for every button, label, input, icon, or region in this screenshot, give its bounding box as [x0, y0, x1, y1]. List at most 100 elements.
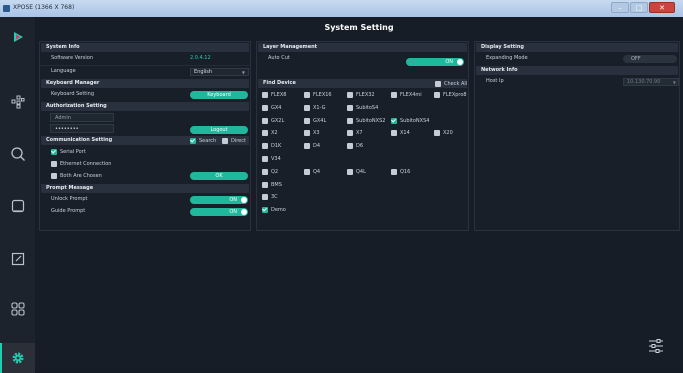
- device-checkbox[interactable]: SubitoNXS4: [391, 117, 429, 125]
- checkbox-unchecked: [304, 168, 310, 175]
- device-label: Demo: [271, 207, 286, 214]
- unlock-prompt-toggle[interactable]: ON: [190, 196, 248, 204]
- host-ip-row: Host Ip 10.130.70.90 ▼: [475, 76, 679, 87]
- language-row: Language English ▼: [40, 66, 250, 77]
- device-label: SubitoNXS2: [356, 117, 386, 124]
- device-label: Q2: [271, 168, 279, 175]
- device-label: FLEX16: [313, 92, 332, 98]
- ethernet-label: Ethernet Connection: [60, 161, 112, 167]
- ok-button[interactable]: OK: [190, 172, 248, 180]
- device-checkbox[interactable]: D4: [304, 142, 320, 150]
- device-checkbox[interactable]: 3C: [262, 193, 278, 201]
- host-ip-field[interactable]: 10.130.70.90 ▼: [623, 78, 679, 86]
- password-field[interactable]: ••••••••: [50, 124, 114, 133]
- display-setting-header: Display Setting: [476, 43, 678, 52]
- device-label: X7: [356, 130, 363, 137]
- checkbox-unchecked: [304, 92, 310, 98]
- device-checkbox[interactable]: X20: [434, 129, 453, 137]
- device-label: BMS: [271, 181, 282, 188]
- device-checkbox[interactable]: X7: [347, 129, 363, 137]
- maximize-button[interactable]: □: [630, 2, 648, 13]
- unlock-prompt-label: Unlock Prompt: [51, 196, 88, 202]
- checkbox-unchecked: [51, 161, 57, 167]
- checkbox-unchecked: [262, 117, 268, 124]
- device-checkbox[interactable]: Q4: [304, 168, 320, 176]
- device-checkbox[interactable]: X2: [262, 129, 278, 137]
- device-checkbox[interactable]: BMS: [262, 181, 282, 189]
- device-label: X2: [271, 130, 278, 137]
- checkbox-unchecked: [391, 168, 397, 175]
- device-checkbox[interactable]: FLEX8: [262, 91, 286, 99]
- language-label: Language: [51, 68, 76, 74]
- language-dropdown[interactable]: English ▼: [190, 68, 249, 76]
- sidebar-item-layout[interactable]: [0, 87, 35, 117]
- device-label: V34: [271, 156, 281, 162]
- device-checkbox[interactable]: FLEX32: [347, 91, 375, 99]
- checkbox-unchecked: [262, 181, 268, 188]
- device-checkbox[interactable]: X1-G: [304, 104, 325, 112]
- checkbox-unchecked: [347, 117, 353, 124]
- checkbox-unchecked: [391, 130, 397, 137]
- device-checkbox[interactable]: X14: [391, 129, 410, 137]
- device-checkbox[interactable]: Q2: [262, 168, 278, 176]
- device-checkbox[interactable]: FLEXpro8: [434, 91, 467, 99]
- device-checkbox[interactable]: D1K: [262, 142, 281, 150]
- sidebar-item-settings[interactable]: [0, 343, 35, 373]
- page-title: System Setting: [324, 23, 394, 32]
- device-label: X14: [400, 130, 410, 137]
- sidebar-item-search[interactable]: [0, 139, 35, 169]
- sidebar-item-window[interactable]: [0, 191, 35, 221]
- logout-button[interactable]: Logout: [190, 126, 248, 134]
- device-checkbox[interactable]: SubitoS4: [347, 104, 378, 112]
- checkbox-unchecked: [304, 104, 310, 111]
- device-checkbox[interactable]: GX2L: [262, 117, 284, 125]
- serial-port-checkbox[interactable]: Serial Port: [51, 148, 86, 156]
- check-all-checkbox[interactable]: Check All: [435, 80, 467, 88]
- host-ip-value: 10.130.70.90: [627, 79, 661, 85]
- close-button[interactable]: ✕: [649, 2, 675, 13]
- device-checkbox[interactable]: FLEX16: [304, 91, 332, 99]
- minimize-button[interactable]: –: [611, 2, 629, 13]
- keyboard-setting-label: Keyboard Setting: [51, 91, 94, 97]
- checkbox-unchecked: [304, 117, 310, 124]
- device-checkbox[interactable]: SubitoNXS2: [347, 117, 385, 125]
- expanding-mode-toggle[interactable]: OFF: [623, 55, 677, 63]
- host-ip-label: Host Ip: [486, 78, 504, 84]
- device-checkbox[interactable]: V34: [262, 155, 281, 163]
- device-checkbox[interactable]: FLEX4mi: [391, 91, 422, 99]
- guide-prompt-label: Guide Prompt: [51, 208, 86, 214]
- window-icon: [11, 199, 24, 213]
- network-info-header: Network Info: [476, 66, 678, 75]
- sliders-icon[interactable]: [647, 337, 665, 355]
- ethernet-checkbox[interactable]: Ethernet Connection: [51, 160, 111, 168]
- checkbox-unchecked: [347, 92, 353, 98]
- device-checkbox[interactable]: Demo: [262, 206, 286, 214]
- sidebar-item-grid[interactable]: [0, 294, 35, 324]
- username-field[interactable]: Admin: [50, 113, 114, 122]
- device-checkbox[interactable]: X3: [304, 129, 320, 137]
- sidebar-item-logo[interactable]: [0, 22, 35, 52]
- device-checkbox[interactable]: Q4L: [347, 168, 366, 176]
- device-checkbox[interactable]: D6: [347, 142, 363, 150]
- device-checkbox[interactable]: Q16: [391, 168, 410, 176]
- device-checkbox[interactable]: GX4L: [304, 117, 326, 125]
- device-label: D1K: [271, 143, 282, 150]
- auto-cut-toggle[interactable]: ON: [406, 58, 464, 66]
- device-label: GX2L: [271, 117, 285, 124]
- toggle-knob: [241, 209, 247, 215]
- unlock-prompt-row: Unlock Prompt ON: [40, 194, 250, 205]
- checkbox-unchecked: [262, 168, 268, 175]
- both-chosen-checkbox[interactable]: Both Are Chosen: [51, 172, 102, 180]
- toggle-state: ON: [445, 59, 453, 65]
- device-checkbox[interactable]: GX4: [262, 104, 281, 112]
- guide-prompt-toggle[interactable]: ON: [190, 208, 248, 216]
- checkbox-unchecked: [347, 104, 353, 111]
- search-checkbox[interactable]: Search: [190, 137, 216, 145]
- checkbox-unchecked: [347, 130, 353, 137]
- sidebar-item-edit[interactable]: [0, 244, 35, 274]
- keyboard-button[interactable]: Keyboard: [190, 91, 248, 99]
- toggle-knob: [241, 197, 247, 203]
- prompt-message-header: Prompt Message: [41, 184, 249, 193]
- checkbox-checked: [190, 137, 196, 144]
- direct-checkbox[interactable]: Direct: [222, 137, 246, 145]
